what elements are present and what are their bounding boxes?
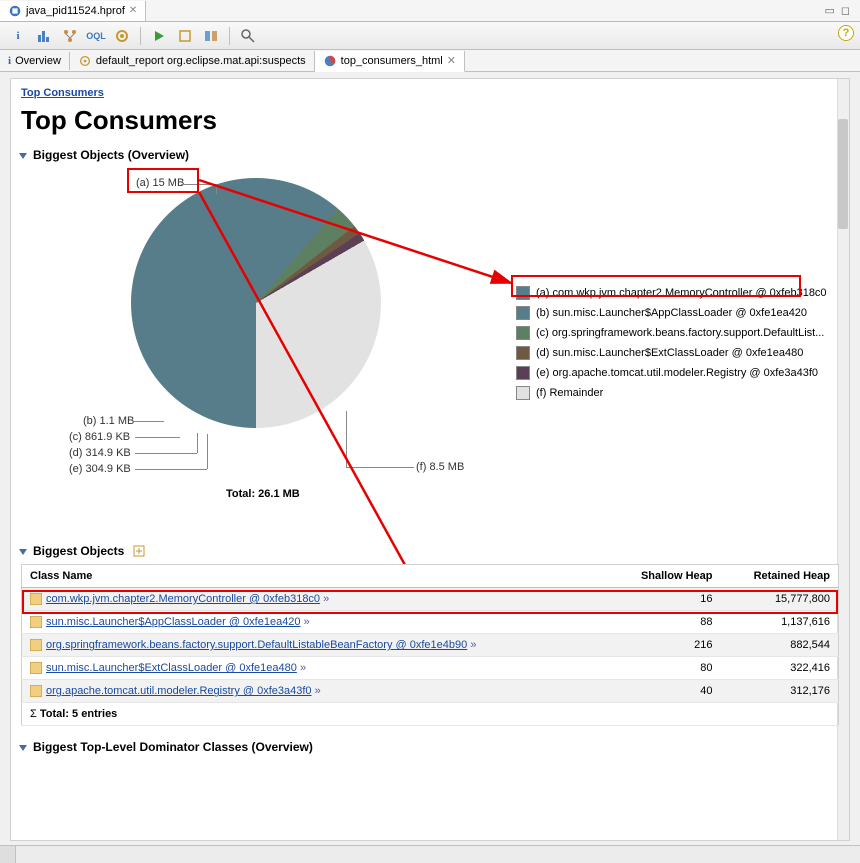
table-total-row: Σ Total: 5 entries [22,703,839,726]
legend-item-f: (f) Remainder [516,383,827,403]
hprof-file-icon [8,4,22,18]
class-icon [30,662,42,674]
close-icon[interactable]: ✕ [129,5,137,16]
twisty-icon [19,745,27,751]
table-row[interactable]: org.apache.tomcat.util.modeler.Registry … [22,680,839,703]
histogram-icon[interactable] [36,28,52,44]
pie-label-f: (f) 8.5 MB [416,461,464,473]
tab-overview-label: Overview [15,55,61,67]
cell-retained: 322,416 [720,657,838,680]
breadcrumb: Top Consumers [11,79,849,101]
page-title: Top Consumers [21,105,839,136]
legend-item-e: (e) org.apache.tomcat.util.modeler.Regis… [516,363,827,383]
cell-shallow: 88 [609,611,720,634]
pie-legend: (a) com.wkp.jvm.chapter2.MemoryControlle… [516,283,827,403]
gear-icon[interactable] [114,28,130,44]
table-total-label: Total: 5 entries [40,708,117,720]
editor-tab-bar: java_pid11524.hprof ✕ ▭ ◻ [0,0,860,22]
minimize-icon[interactable]: ▭ [824,4,834,17]
query-icon[interactable] [177,28,193,44]
class-link[interactable]: org.springframework.beans.factory.suppor… [46,639,467,651]
table-row[interactable]: org.springframework.beans.factory.suppor… [22,634,839,657]
section-dominator-classes[interactable]: Biggest Top-Level Dominator Classes (Ove… [19,740,841,754]
col-shallow-heap[interactable]: Shallow Heap [609,565,720,588]
section-label: Biggest Objects [33,544,124,558]
export-icon[interactable] [132,544,146,558]
table-row[interactable]: sun.misc.Launcher$AppClassLoader @ 0xfe1… [22,611,839,634]
window-controls: ▭ ◻ [824,4,860,17]
breadcrumb-link[interactable]: Top Consumers [21,87,104,99]
help-icon[interactable]: ? [838,25,854,41]
class-link[interactable]: sun.misc.Launcher$ExtClassLoader @ 0xfe1… [46,662,297,674]
tab-overview[interactable]: i Overview [0,52,70,70]
legend-item-c: (c) org.springframework.beans.factory.su… [516,323,827,343]
tab-top-consumers[interactable]: top_consumers_html ✕ [315,51,465,72]
cell-shallow: 216 [609,634,720,657]
biggest-objects-table-wrap: Class Name Shallow Heap Retained Heap co… [21,564,839,726]
info-icon[interactable]: i [10,28,26,44]
biggest-objects-table: Class Name Shallow Heap Retained Heap co… [21,564,839,726]
toolbar: i OQL ? [0,22,860,50]
pie-total-label: Total: 26.1 MB [226,488,300,500]
col-class-name[interactable]: Class Name [22,565,610,588]
cell-shallow: 80 [609,657,720,680]
pie-chart [131,178,381,428]
class-icon [30,593,42,605]
twisty-icon [19,153,27,159]
table-row[interactable]: com.wkp.jvm.chapter2.MemoryController @ … [22,588,839,611]
cell-shallow: 16 [609,588,720,611]
pie-label-e: (e) 304.9 KB [69,463,131,475]
cell-retained: 15,777,800 [720,588,838,611]
pie-icon [323,54,337,68]
pie-label-b: (b) 1.1 MB [83,415,134,427]
oql-icon[interactable]: OQL [88,28,104,44]
cell-retained: 1,137,616 [720,611,838,634]
class-icon [30,639,42,651]
pie-label-d: (d) 314.9 KB [69,447,131,459]
compare-icon[interactable] [203,28,219,44]
section-label: Biggest Top-Level Dominator Classes (Ove… [33,740,313,754]
legend-item-b: (b) sun.misc.Launcher$AppClassLoader @ 0… [516,303,827,323]
twisty-icon [19,549,27,555]
pie-label-a: (a) 15 MB [136,177,184,189]
class-link[interactable]: com.wkp.jvm.chapter2.MemoryController @ … [46,593,320,605]
class-icon [30,616,42,628]
tab-default-report-label: default_report org.eclipse.mat.api:suspe… [96,55,306,67]
class-link[interactable]: org.apache.tomcat.util.modeler.Registry … [46,685,312,697]
report-tab-bar: i Overview default_report org.eclipse.ma… [0,50,860,72]
horizontal-scrollbar[interactable] [0,845,860,863]
legend-item-d: (d) sun.misc.Launcher$ExtClassLoader @ 0… [516,343,827,363]
editor-tab-hprof[interactable]: java_pid11524.hprof ✕ [0,1,146,21]
section-biggest-objects-overview[interactable]: Biggest Objects (Overview) [19,148,841,162]
run-icon[interactable] [151,28,167,44]
cell-retained: 882,544 [720,634,838,657]
editor-tab-label: java_pid11524.hprof [26,5,125,17]
close-icon[interactable]: ✕ [447,54,456,67]
legend-item-a: (a) com.wkp.jvm.chapter2.MemoryControlle… [516,283,827,303]
tree-icon[interactable] [62,28,78,44]
maximize-icon[interactable]: ◻ [841,4,850,17]
cell-retained: 312,176 [720,680,838,703]
class-icon [30,685,42,697]
search-icon[interactable] [240,28,256,44]
report-icon [78,54,92,68]
tab-top-consumers-label: top_consumers_html [341,55,443,67]
info-icon: i [8,55,11,67]
pie-label-c: (c) 861.9 KB [69,431,130,443]
pie-chart-area: (a) 15 MB (b) 1.1 MB (c) 861.9 KB (d) 31… [21,168,839,538]
cell-shallow: 40 [609,680,720,703]
section-label: Biggest Objects (Overview) [33,148,189,162]
tab-default-report[interactable]: default_report org.eclipse.mat.api:suspe… [70,51,315,71]
class-link[interactable]: sun.misc.Launcher$AppClassLoader @ 0xfe1… [46,616,301,628]
content-area: Top Consumers Top Consumers Biggest Obje… [10,78,850,841]
section-biggest-objects[interactable]: Biggest Objects [19,544,841,558]
table-row[interactable]: sun.misc.Launcher$ExtClassLoader @ 0xfe1… [22,657,839,680]
col-retained-heap[interactable]: Retained Heap [720,565,838,588]
